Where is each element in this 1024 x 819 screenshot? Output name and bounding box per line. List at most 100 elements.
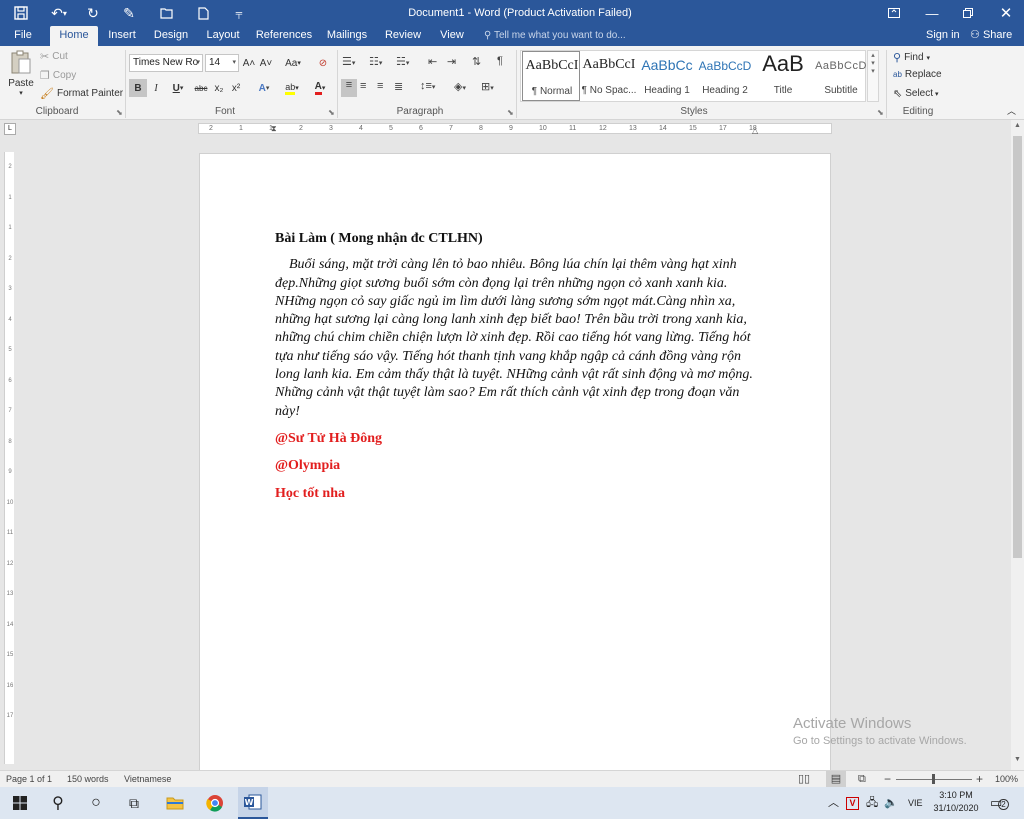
collapse-ribbon-icon[interactable]: ︿	[1007, 104, 1016, 117]
network-icon[interactable]: 🖧	[866, 787, 878, 819]
vertical-ruler[interactable]: 2 1 1 2 3 4 5 6 7 8 9 10 11 12 13 14 15 16 17	[4, 152, 14, 764]
align-right-icon[interactable]: ≡	[377, 80, 383, 92]
scroll-down-icon[interactable]: ▼	[1011, 756, 1024, 763]
styles-scroll[interactable]: ▴ ▾ ▾	[867, 50, 879, 102]
font-color-button[interactable]: A ▾	[307, 79, 333, 97]
italic-button[interactable]: I	[148, 79, 164, 97]
task-view-icon[interactable]: ⧉	[120, 787, 148, 819]
tab-design[interactable]: Design	[150, 26, 192, 46]
strikethrough-button[interactable]: abc	[192, 79, 210, 97]
volume-icon[interactable]: 🔈	[884, 787, 898, 819]
select-button[interactable]: ⇖ Select ▾	[893, 87, 939, 100]
increase-indent-icon[interactable]: ⇥	[447, 55, 456, 68]
align-left-icon[interactable]: ≡	[341, 79, 357, 97]
subscript-button[interactable]: x₂	[211, 79, 227, 97]
scroll-up-icon[interactable]: ▲	[1011, 122, 1024, 129]
ribbon-display-options-icon[interactable]	[876, 0, 912, 26]
share-button[interactable]: ⚇ Share	[970, 26, 1012, 46]
customize-quick-access-icon[interactable]: ╤	[228, 0, 250, 26]
zoom-level[interactable]: 100%	[995, 771, 1018, 787]
antivirus-icon[interactable]: V	[846, 787, 859, 819]
file-explorer-icon[interactable]	[160, 787, 190, 819]
grow-font-button[interactable]: A˄	[242, 54, 256, 72]
style-normal[interactable]: AaBbCcI ¶ Normal	[522, 51, 580, 101]
search-icon[interactable]: ⚲	[44, 787, 72, 819]
tab-mailings[interactable]: Mailings	[324, 26, 370, 46]
tab-selector-icon[interactable]: L	[4, 123, 16, 135]
paste-button[interactable]: Paste ▾	[6, 50, 36, 100]
close-button[interactable]: ✕	[988, 0, 1024, 26]
word-taskbar-icon[interactable]: W	[238, 787, 268, 819]
shrink-font-button[interactable]: A˅	[259, 54, 273, 72]
copy-button[interactable]: ❐ Copy	[40, 69, 76, 82]
multilevel-list-icon[interactable]: ☵▾	[396, 55, 409, 68]
font-launcher-icon[interactable]: ⬊	[328, 108, 335, 117]
clock[interactable]: 3:10 PM 31/10/2020	[928, 789, 984, 815]
zoom-slider[interactable]	[896, 771, 972, 787]
cut-button[interactable]: ✂ Cut	[40, 50, 68, 63]
styles-launcher-icon[interactable]: ⬊	[877, 108, 884, 117]
shading-icon[interactable]: ◈▾	[454, 80, 466, 93]
zoom-out-button[interactable]: −	[884, 771, 891, 787]
paragraph-launcher-icon[interactable]: ⬊	[507, 108, 514, 117]
format-painter-button[interactable]: 🖌 Format Painter	[40, 87, 123, 100]
scroll-thumb[interactable]	[1013, 136, 1022, 558]
chrome-icon[interactable]	[200, 787, 230, 819]
highlight-color-button[interactable]: ab ▾	[279, 79, 305, 97]
open-icon[interactable]	[154, 0, 180, 26]
word-count[interactable]: 150 words	[67, 771, 109, 787]
bold-button[interactable]: B	[129, 79, 147, 97]
cortana-icon[interactable]: ○	[82, 787, 110, 819]
align-center-icon[interactable]: ≡	[360, 80, 366, 92]
horizontal-ruler[interactable]: 2 1 1 2 3 4 5 6 7 8 9 10 11 12 13 14 15 17 18 ⧗ △	[198, 123, 832, 135]
zoom-in-button[interactable]: +	[976, 771, 983, 787]
vertical-scrollbar[interactable]: ▲ ▼	[1011, 120, 1024, 770]
numbering-icon[interactable]: ☷▾	[369, 55, 382, 68]
font-size-combo[interactable]: 14 ▾	[205, 54, 239, 72]
read-mode-icon[interactable]: ▯▯	[798, 771, 810, 787]
show-formatting-icon[interactable]: ¶	[497, 55, 503, 67]
tell-me-search[interactable]: ⚲ Tell me what you want to do...	[484, 26, 626, 46]
find-button[interactable]: ⚲ Find ▾	[893, 51, 930, 64]
sign-in-link[interactable]: Sign in	[926, 26, 960, 46]
new-document-icon[interactable]	[190, 0, 216, 26]
more-styles-icon[interactable]: ▾	[868, 67, 878, 75]
font-name-combo[interactable]: Times New Ro ▾	[129, 54, 203, 72]
action-center-icon[interactable]: ▭2	[990, 787, 1009, 819]
bullets-icon[interactable]: ☰▾	[342, 55, 355, 68]
document-body[interactable]: Bài Làm ( Mong nhận đc CTLHN) Buổi sáng,…	[275, 230, 765, 503]
justify-icon[interactable]: ≣	[394, 80, 403, 93]
print-layout-icon[interactable]: ▤	[826, 771, 846, 787]
borders-icon[interactable]: ⊞▾	[481, 80, 494, 93]
tab-review[interactable]: Review	[382, 26, 424, 46]
restore-button[interactable]	[950, 0, 986, 26]
document-page[interactable]: Bài Làm ( Mong nhận đc CTLHN) Buổi sáng,…	[199, 153, 831, 773]
replace-button[interactable]: ab Replace	[893, 69, 942, 80]
save-icon[interactable]	[6, 0, 36, 26]
style-no-spacing[interactable]: AaBbCcI ¶ No Spac...	[580, 51, 638, 101]
right-indent-marker[interactable]: △	[752, 126, 758, 135]
undo-icon[interactable]: ↶ ▾	[44, 0, 74, 26]
minimize-button[interactable]: —	[914, 0, 950, 26]
web-layout-icon[interactable]: ⧉	[858, 771, 866, 787]
line-spacing-icon[interactable]: ↕≡▾	[420, 80, 435, 92]
change-case-button[interactable]: Aa ▾	[280, 54, 306, 72]
redo-icon[interactable]: ↻	[80, 0, 106, 26]
indent-marker[interactable]: ⧗	[271, 124, 277, 134]
superscript-button[interactable]: x²	[228, 79, 244, 97]
chevron-down-icon[interactable]: ▾	[868, 59, 878, 67]
tab-home[interactable]: Home	[50, 26, 98, 46]
touch-mode-icon[interactable]: ✎	[116, 0, 142, 26]
tab-view[interactable]: View	[436, 26, 468, 46]
tab-layout[interactable]: Layout	[202, 26, 244, 46]
clipboard-launcher-icon[interactable]: ⬊	[116, 108, 123, 117]
sort-icon[interactable]: ⇅	[472, 55, 481, 68]
page-count[interactable]: Page 1 of 1	[6, 771, 52, 787]
style-heading-1[interactable]: AaBbCc Heading 1	[638, 51, 696, 101]
underline-button[interactable]: U ▾	[166, 79, 190, 97]
input-language[interactable]: VIE	[908, 787, 923, 819]
show-hidden-icons-icon[interactable]: ︿	[828, 787, 839, 819]
tab-insert[interactable]: Insert	[104, 26, 140, 46]
clear-formatting-icon[interactable]: ⊘	[314, 54, 332, 72]
tab-file[interactable]: File	[8, 26, 38, 46]
